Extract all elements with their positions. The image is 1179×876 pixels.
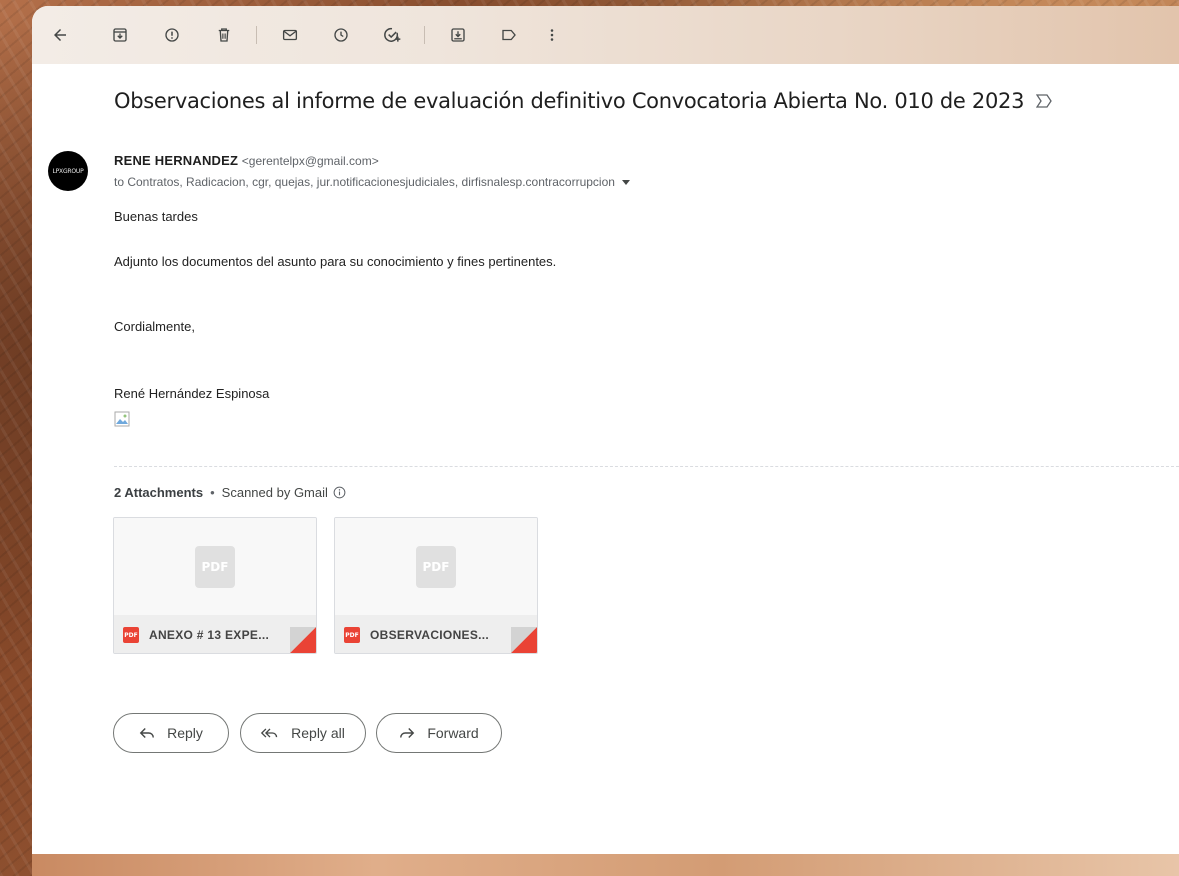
- recipients-text: to Contratos, Radicacion, cgr, quejas, j…: [114, 175, 615, 189]
- label-icon[interactable]: [497, 23, 521, 47]
- reply-button[interactable]: Reply: [113, 713, 229, 753]
- pdf-file-icon: PDF: [344, 627, 360, 643]
- attachment-footer: PDF OBSERVACIONES...: [335, 615, 537, 653]
- sender-avatar[interactable]: LPXGROUP: [48, 151, 88, 191]
- attachments-count: 2 Attachments: [114, 485, 204, 500]
- add-task-icon[interactable]: [380, 23, 404, 47]
- page-fold-icon: [511, 627, 537, 653]
- trash-icon[interactable]: [212, 23, 236, 47]
- mail-icon[interactable]: [278, 23, 302, 47]
- page-fold-icon: [290, 627, 316, 653]
- email-greeting: Buenas tardes: [114, 209, 198, 224]
- reply-label: Reply: [167, 725, 203, 741]
- sender-email: <gerentelpx@gmail.com>: [241, 154, 379, 168]
- attachment-name: OBSERVACIONES...: [370, 628, 490, 642]
- email-closing: Cordialmente,: [114, 319, 195, 334]
- archive-icon[interactable]: [108, 23, 132, 47]
- clock-icon[interactable]: [329, 23, 353, 47]
- toolbar-divider: [424, 26, 425, 44]
- avatar-logo-text: LPXGROUP: [52, 167, 84, 175]
- email-toolbar: [32, 6, 1179, 64]
- sender-line: RENE HERNANDEZ <gerentelpx@gmail.com>: [114, 153, 379, 168]
- attachment-name: ANEXO # 13 EXPE...: [149, 628, 270, 642]
- attachment-preview: PDF: [114, 518, 316, 615]
- important-marker-icon[interactable]: [1036, 94, 1052, 108]
- attachments-header: 2 Attachments • Scanned by Gmail: [114, 485, 346, 500]
- email-reading-pane: Observaciones al informe de evaluación d…: [32, 6, 1179, 854]
- email-subject: Observaciones al informe de evaluación d…: [114, 89, 1025, 113]
- broken-image-icon: [114, 411, 130, 427]
- attachments-divider: [114, 466, 1179, 467]
- forward-label: Forward: [427, 725, 479, 741]
- more-vertical-icon[interactable]: [540, 23, 564, 47]
- reply-all-label: Reply all: [291, 725, 345, 741]
- background-footer-strip: [32, 854, 1179, 876]
- toolbar-divider: [256, 26, 257, 44]
- forward-icon: [399, 726, 415, 740]
- arrow-left-icon[interactable]: [48, 23, 72, 47]
- forward-button[interactable]: Forward: [376, 713, 502, 753]
- caret-down-icon[interactable]: [621, 177, 631, 187]
- email-body-line: Adjunto los documentos del asunto para s…: [114, 254, 557, 269]
- move-to-icon[interactable]: [446, 23, 470, 47]
- attachment-preview: PDF: [335, 518, 537, 615]
- scanned-label: Scanned by Gmail: [221, 485, 328, 500]
- subject-row: Observaciones al informe de evaluación d…: [114, 89, 1052, 113]
- pdf-file-icon: PDF: [123, 627, 139, 643]
- attachment-card[interactable]: PDF PDF ANEXO # 13 EXPE...: [113, 517, 317, 654]
- reply-icon: [139, 726, 155, 740]
- pdf-thumbnail-icon: PDF: [416, 546, 456, 588]
- info-icon[interactable]: [333, 486, 346, 499]
- report-spam-icon[interactable]: [160, 23, 184, 47]
- reply-all-button[interactable]: Reply all: [240, 713, 366, 753]
- pdf-thumbnail-icon: PDF: [195, 546, 235, 588]
- email-signature: René Hernández Espinosa: [114, 386, 270, 401]
- separator-dot: •: [210, 485, 215, 500]
- sender-name[interactable]: RENE HERNANDEZ: [114, 153, 238, 168]
- attachment-footer: PDF ANEXO # 13 EXPE...: [114, 615, 316, 653]
- recipients-line: to Contratos, Radicacion, cgr, quejas, j…: [114, 175, 631, 189]
- attachment-card[interactable]: PDF PDF OBSERVACIONES...: [334, 517, 538, 654]
- reply-all-icon: [261, 726, 279, 740]
